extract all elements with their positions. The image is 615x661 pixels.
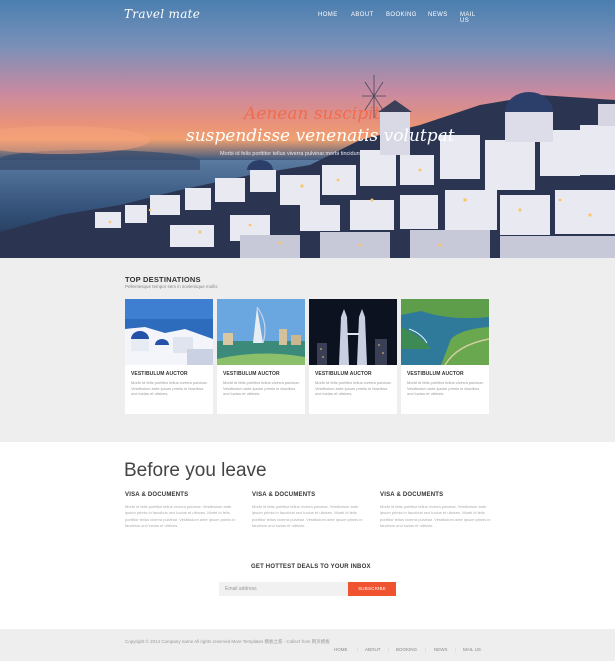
destination-card[interactable]: VESTIBULUM AUCTOR Morbi id felis porttit…: [217, 299, 305, 414]
info-column: VISA & DOCUMENTS Morbi id felis porttito…: [252, 492, 364, 530]
hero-banner: Travel mate HOME ABOUT BOOKING NEWS MAIL…: [0, 0, 615, 258]
subscribe-button[interactable]: SUBSCRIBE: [348, 582, 396, 596]
destination-card[interactable]: VESTIBULUM AUCTOR Morbi id felis porttit…: [401, 299, 490, 414]
nav-mail-us[interactable]: MAIL US: [460, 12, 475, 24]
copyright-text: Copyright © 2014 Company name All rights…: [125, 639, 330, 644]
destination-image-dubai: [217, 299, 305, 365]
footer-nav-divider: |: [388, 647, 390, 652]
column-heading: VISA & DOCUMENTS: [380, 492, 444, 498]
footer-nav-divider: |: [455, 647, 457, 652]
footer-nav-divider: |: [425, 647, 427, 652]
destination-image-santorini: [125, 299, 213, 365]
nav-about[interactable]: ABOUT: [351, 12, 374, 18]
section-subtitle: Pellentesque tempor sem in scelerisque m…: [125, 284, 218, 289]
column-text: Morbi id felis porttitor tellus viverra …: [125, 504, 236, 529]
card-text: Morbi id felis porttitor tellus viverra …: [315, 380, 392, 397]
card-text: Morbi id felis porttitor tellus viverra …: [407, 380, 484, 397]
nav-booking[interactable]: BOOKING: [386, 12, 417, 18]
nav-home[interactable]: HOME: [318, 12, 338, 18]
destination-card[interactable]: VESTIBULUM AUCTOR Morbi id felis porttit…: [309, 299, 397, 414]
destination-image-kuala-lumpur: [309, 299, 397, 365]
footer-nav-divider: |: [357, 647, 359, 652]
info-column: VISA & DOCUMENTS Morbi id felis porttito…: [380, 492, 492, 530]
hero-subtitle: Morbi id felis porttitor tellus viverra …: [220, 151, 362, 157]
footer-nav-booking[interactable]: BOOKING: [396, 647, 417, 652]
card-text: Morbi id felis porttitor tellus viverra …: [223, 380, 300, 397]
footer-nav-home[interactable]: HOME: [334, 647, 348, 652]
top-destinations-section: TOP DESTINATIONS Pellentesque tempor sem…: [0, 258, 615, 442]
card-title: VESTIBULUM AUCTOR: [407, 371, 464, 377]
card-text: Morbi id felis porttitor tellus viverra …: [131, 380, 208, 397]
info-column: VISA & DOCUMENTS Morbi id felis porttito…: [125, 492, 237, 530]
nav-news[interactable]: NEWS: [428, 12, 448, 18]
destination-image-coast: [401, 299, 490, 366]
column-text: Morbi id felis porttitor tellus viverra …: [252, 504, 363, 529]
email-input[interactable]: [219, 582, 348, 596]
column-heading: VISA & DOCUMENTS: [125, 492, 189, 498]
site-logo[interactable]: Travel mate: [124, 7, 200, 21]
column-heading: VISA & DOCUMENTS: [252, 492, 316, 498]
section-title: TOP DESTINATIONS: [125, 275, 201, 284]
footer: Copyright © 2014 Company name All rights…: [0, 629, 615, 661]
card-title: VESTIBULUM AUCTOR: [131, 371, 188, 377]
card-title: VESTIBULUM AUCTOR: [223, 371, 280, 377]
before-you-leave-title: Before you leave: [124, 460, 267, 481]
column-text: Morbi id felis porttitor tellus viverra …: [380, 504, 491, 529]
hero-title-line2: suspendisse venenatis volutpat: [186, 126, 455, 146]
footer-nav-news[interactable]: NEWS: [434, 647, 448, 652]
newsletter-title: GET HOTTEST DEALS TO YOUR INBOX: [251, 564, 371, 570]
hero-title-line1: Aenean suscipit: [244, 104, 381, 124]
footer-nav-about[interactable]: ABOUT: [365, 647, 381, 652]
footer-nav-mail-us[interactable]: MAIL US: [463, 647, 481, 652]
card-title: VESTIBULUM AUCTOR: [315, 371, 372, 377]
destination-card[interactable]: VESTIBULUM AUCTOR Morbi id felis porttit…: [125, 299, 213, 414]
